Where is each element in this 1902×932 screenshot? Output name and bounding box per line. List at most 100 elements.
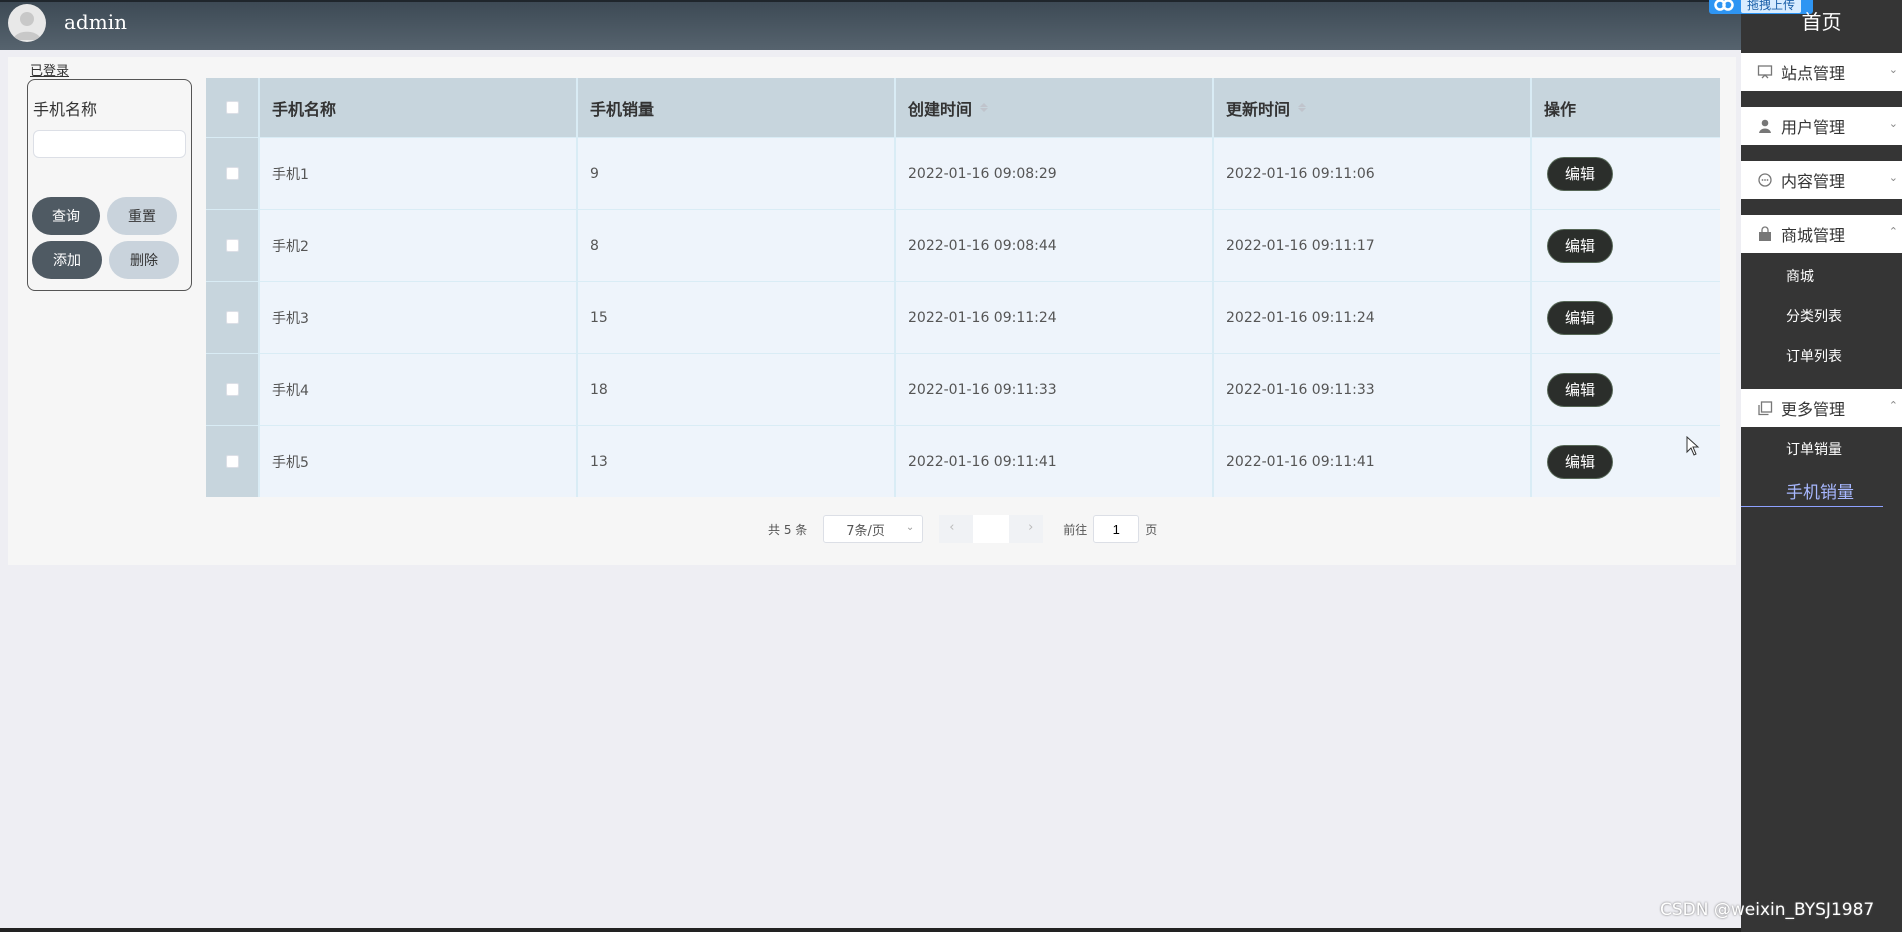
- sidebar-item-label: 更多管理: [1781, 400, 1846, 419]
- link-icon: [1713, 0, 1735, 12]
- cell-op: 编辑: [1532, 210, 1720, 281]
- cell-op: 编辑: [1532, 354, 1720, 425]
- monitor-icon: [1757, 64, 1773, 80]
- cell-sales: 15: [578, 282, 896, 353]
- chevron-up-icon: ⌃: [1888, 399, 1898, 412]
- column-header-op: 操作: [1544, 99, 1577, 119]
- copy-icon: [1757, 400, 1773, 416]
- edit-button[interactable]: 编辑: [1548, 445, 1612, 478]
- query-button[interactable]: 查询: [32, 197, 100, 235]
- reset-button[interactable]: 重置: [107, 197, 177, 235]
- cell-sales: 8: [578, 210, 896, 281]
- edit-button[interactable]: 编辑: [1548, 373, 1612, 406]
- cell-name: 手机5: [260, 426, 578, 497]
- row-checkbox-cell: [206, 138, 260, 209]
- row-checkbox[interactable]: [225, 311, 239, 324]
- cell-sales: 13: [578, 426, 896, 497]
- table-header-row: 手机名称 手机销量 创建时间 更新时间 操作: [206, 78, 1720, 137]
- row-checkbox[interactable]: [225, 455, 239, 468]
- sidebar: 拖拽上传 首页 站点管理 ⌄ 用户管理 ⌄ 内容管理 ⌄ 商城管理 ⌃ 商城 分…: [1709, 0, 1902, 932]
- page-nav: ‹ ›: [939, 515, 1044, 543]
- cell-created: 2022-01-16 09:11:41: [896, 426, 1214, 497]
- cell-sales: 9: [578, 138, 896, 209]
- shopping-bag-icon: [1757, 226, 1773, 242]
- phone-name-label: 手机名称: [33, 100, 98, 119]
- row-checkbox-cell: [206, 282, 260, 353]
- row-checkbox-cell: [206, 210, 260, 281]
- top-header: admin: [0, 0, 1741, 50]
- edit-button[interactable]: 编辑: [1548, 157, 1612, 190]
- user-avatar-icon: [13, 12, 41, 40]
- pagination: 共 5 条 7条/页 ⌄ ‹ › 前往 页: [768, 515, 1157, 543]
- sidebar-item-shop[interactable]: 商城管理 ⌃: [1741, 215, 1902, 253]
- column-header-label: 更新时间: [1226, 99, 1291, 119]
- page-size-select[interactable]: 7条/页 ⌄: [823, 515, 924, 543]
- cell-name: 手机2: [260, 210, 578, 281]
- sidebar-subitem-shop[interactable]: 商城: [1786, 266, 1814, 286]
- column-header-updated[interactable]: 更新时间: [1214, 78, 1532, 137]
- goto-page-input[interactable]: [1093, 515, 1140, 543]
- cell-name: 手机1: [260, 138, 578, 209]
- table-row: 手机5 13 2022-01-16 09:11:41 2022-01-16 09…: [206, 425, 1720, 497]
- avatar[interactable]: [8, 4, 46, 42]
- phone-sales-table: 手机名称 手机销量 创建时间 更新时间 操作 手机1 9 2022-01-16 …: [206, 78, 1720, 497]
- cell-updated: 2022-01-16 09:11:06: [1214, 138, 1532, 209]
- cell-created: 2022-01-16 09:08:29: [896, 138, 1214, 209]
- filter-box: 手机名称 查询 重置 添加 删除: [27, 79, 192, 291]
- row-checkbox[interactable]: [225, 239, 239, 252]
- add-button[interactable]: 添加: [32, 241, 102, 279]
- current-page-box: [973, 515, 1010, 543]
- sidebar-item-more[interactable]: 更多管理 ⌃: [1741, 389, 1902, 427]
- table-row: 手机2 8 2022-01-16 09:08:44 2022-01-16 09:…: [206, 209, 1720, 281]
- active-indicator: [1741, 506, 1883, 507]
- sidebar-subitem-order-list[interactable]: 订单列表: [1786, 346, 1842, 366]
- sidebar-item-content[interactable]: 内容管理 ⌄: [1741, 161, 1902, 199]
- column-header-name: 手机名称: [260, 78, 578, 137]
- chevron-down-icon: ⌄: [1888, 171, 1898, 184]
- pagination-total: 共 5 条: [768, 522, 808, 537]
- user-icon: [1757, 118, 1773, 134]
- table-row: 手机1 9 2022-01-16 09:08:29 2022-01-16 09:…: [206, 137, 1720, 209]
- cell-created: 2022-01-16 09:08:44: [896, 210, 1214, 281]
- sidebar-item-label: 站点管理: [1781, 64, 1846, 83]
- panel-tag: 已登录: [30, 64, 70, 79]
- chat-icon: [1757, 172, 1773, 188]
- sidebar-subitem-category-list[interactable]: 分类列表: [1786, 306, 1842, 326]
- cell-op: 编辑: [1532, 282, 1720, 353]
- phone-name-input[interactable]: [33, 130, 186, 158]
- main-panel: 已登录 手机名称 查询 重置 添加 删除 手机名称 手机销量 创建时间 更新时间…: [8, 57, 1736, 565]
- select-all-checkbox[interactable]: [225, 101, 239, 114]
- sidebar-item-label: 商城管理: [1781, 226, 1846, 245]
- sort-icon[interactable]: [1298, 103, 1307, 112]
- sidebar-item-users[interactable]: 用户管理 ⌄: [1741, 107, 1902, 145]
- chevron-down-icon: ⌄: [905, 522, 915, 533]
- cell-op: 编辑: [1532, 138, 1720, 209]
- sidebar-item-site[interactable]: 站点管理 ⌄: [1741, 53, 1902, 91]
- sidebar-home[interactable]: 首页: [1741, 6, 1902, 35]
- edit-button[interactable]: 编辑: [1548, 301, 1612, 334]
- chevron-right-icon[interactable]: ›: [1028, 520, 1033, 535]
- cell-updated: 2022-01-16 09:11:24: [1214, 282, 1532, 353]
- sort-icon[interactable]: [980, 103, 989, 112]
- cell-updated: 2022-01-16 09:11:17: [1214, 210, 1532, 281]
- edit-button[interactable]: 编辑: [1548, 229, 1612, 262]
- delete-button[interactable]: 删除: [109, 241, 179, 279]
- column-header-sales: 手机销量: [578, 78, 896, 137]
- chevron-up-icon: ⌃: [1888, 225, 1898, 238]
- sidebar-item-label: 用户管理: [1781, 118, 1846, 137]
- row-checkbox[interactable]: [225, 167, 239, 180]
- cell-created: 2022-01-16 09:11:24: [896, 282, 1214, 353]
- bottom-border: [0, 928, 1741, 932]
- table-row: 手机3 15 2022-01-16 09:11:24 2022-01-16 09…: [206, 281, 1720, 353]
- chevron-left-icon[interactable]: ‹: [949, 520, 954, 535]
- column-header-created[interactable]: 创建时间: [896, 78, 1214, 137]
- sidebar-subitem-phone-sales[interactable]: 手机销量: [1786, 478, 1854, 503]
- watermark: CSDN @weixin_BYSJ1987: [1660, 900, 1875, 920]
- cell-sales: 18: [578, 354, 896, 425]
- cell-created: 2022-01-16 09:11:33: [896, 354, 1214, 425]
- sidebar-item-label: 内容管理: [1781, 172, 1846, 191]
- cell-name: 手机4: [260, 354, 578, 425]
- row-checkbox[interactable]: [225, 383, 239, 396]
- username-label: admin: [64, 10, 127, 34]
- sidebar-subitem-order-sales[interactable]: 订单销量: [1786, 439, 1842, 459]
